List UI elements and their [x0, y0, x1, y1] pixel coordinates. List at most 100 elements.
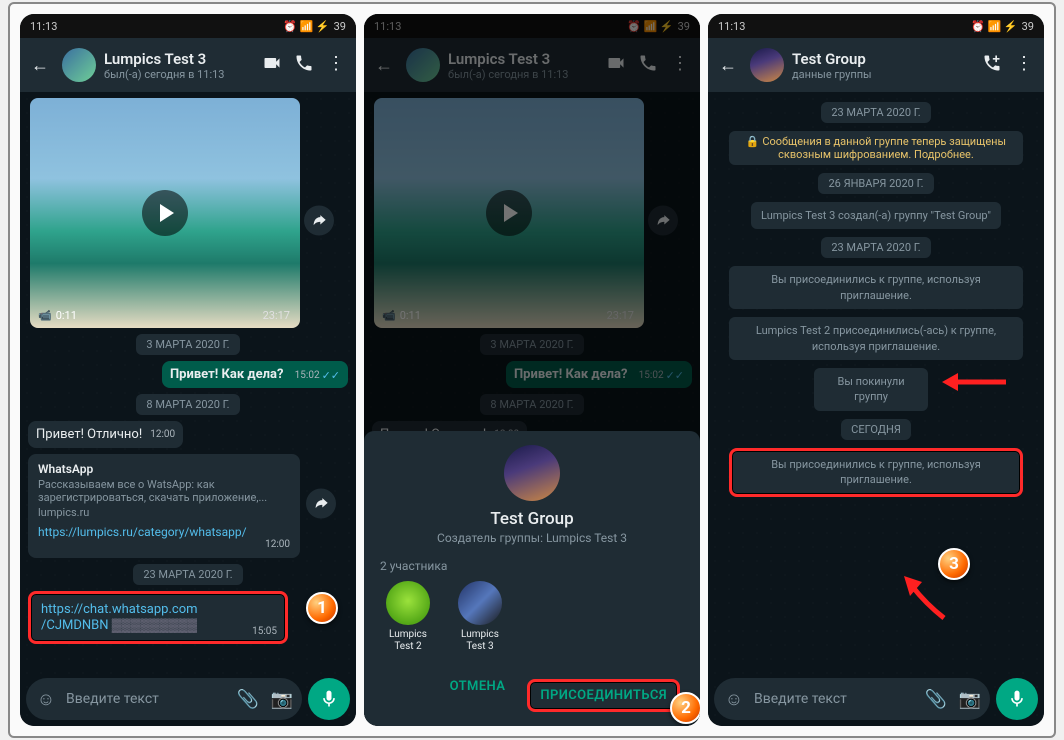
- annotation-arrow: [898, 572, 954, 620]
- step-badge-3: 3: [938, 548, 970, 580]
- preview-domain: lumpics.ru: [38, 506, 290, 519]
- system-message: Lumpics Test 2 присоединились(-ась) к гр…: [729, 317, 1023, 360]
- camera-icon[interactable]: 📷: [268, 689, 296, 710]
- header-titles[interactable]: Lumpics Test 3 был(-а) сегодня в 11:13: [104, 50, 250, 81]
- date-chip: 23 МАРТА 2020 Г.: [821, 102, 930, 123]
- preview-description: Рассказываем все о WatsApp: как зарегист…: [38, 478, 290, 504]
- incoming-message[interactable]: Привет! Отлично! 12:00: [28, 421, 183, 448]
- video-thumbnail[interactable]: 📹 0:11 23:17: [30, 98, 300, 328]
- emoji-icon[interactable]: ☺: [32, 689, 60, 710]
- video-message[interactable]: 📹 0:11 23:17: [30, 98, 300, 328]
- member-item[interactable]: Lumpics Test 3: [452, 581, 508, 653]
- attach-icon[interactable]: 📎: [922, 689, 950, 710]
- video-duration: 📹 0:11: [38, 309, 77, 322]
- message-time: 15:02 ✓✓: [295, 369, 340, 382]
- voice-call-icon[interactable]: [290, 53, 318, 78]
- mic-button[interactable]: [996, 678, 1038, 720]
- date-chip: 3 МАРТА 2020 Г.: [136, 334, 239, 355]
- date-chip: 26 ЯНВАРЯ 2020 Г.: [818, 173, 933, 194]
- input-row: ☺ Введите текст 📎 📷: [20, 672, 356, 726]
- camera-icon[interactable]: 📷: [956, 689, 984, 710]
- cancel-button[interactable]: ОТМЕНА: [450, 679, 506, 712]
- member-avatar: [386, 581, 430, 625]
- date-chip: 23 МАРТА 2020 Г.: [133, 564, 242, 585]
- date-chip: 8 МАРТА 2020 Г.: [136, 394, 239, 415]
- video-call-icon[interactable]: [258, 53, 286, 78]
- system-message-left: Вы покинули группу: [814, 368, 928, 411]
- phone-panel-3: 11:13 ⏰ 📶 ⚡ 39 ← Test Group данные групп…: [708, 14, 1044, 726]
- group-avatar: [504, 445, 560, 501]
- contact-name: Lumpics Test 3: [104, 50, 250, 68]
- system-message-joined: Вы присоединились к группе, используя пр…: [729, 448, 1023, 497]
- phone-panel-1: 11:13 ⏰ 📶 ⚡ 39 ← Lumpics Test 3 был(-а) …: [20, 14, 356, 726]
- emoji-icon[interactable]: ☺: [720, 689, 748, 710]
- forward-icon[interactable]: [306, 488, 336, 518]
- preview-link[interactable]: https://lumpics.ru/category/whatsapp/: [38, 525, 290, 539]
- chat-header: ← Test Group данные группы ⋮: [708, 38, 1044, 92]
- status-time: 11:13: [718, 20, 745, 33]
- play-button-icon[interactable]: [142, 190, 188, 236]
- forward-icon[interactable]: [304, 206, 334, 236]
- group-title: Test Group: [376, 509, 688, 529]
- message-input[interactable]: ☺ Введите текст 📎 📷: [26, 678, 302, 720]
- message-input[interactable]: ☺ Введите текст 📎 📷: [714, 678, 990, 720]
- header-titles[interactable]: Test Group данные группы: [792, 50, 970, 81]
- group-creator: Создатель группы: Lumpics Test 3: [376, 531, 688, 545]
- add-call-icon[interactable]: [978, 53, 1006, 78]
- status-time: 11:13: [30, 20, 57, 33]
- encryption-notice[interactable]: 🔒 Сообщения в данной группе теперь защищ…: [729, 131, 1023, 165]
- join-button[interactable]: ПРИСОЕДИНИТЬСЯ: [527, 679, 680, 712]
- member-item[interactable]: Lumpics Test 2: [380, 581, 436, 653]
- back-icon[interactable]: ←: [714, 55, 742, 76]
- invite-link-line1: https://chat.whatsapp.com: [41, 602, 198, 617]
- message-time: 12:00: [150, 429, 175, 440]
- outgoing-message[interactable]: Привет! Как дела? 15:02 ✓✓: [162, 361, 348, 388]
- status-bar: 11:13 ⏰ 📶 ⚡ 39: [708, 14, 1044, 38]
- contact-avatar[interactable]: [62, 48, 96, 82]
- sheet-buttons: ОТМЕНА ПРИСОЕДИНИТЬСЯ: [376, 679, 688, 716]
- input-placeholder: Введите текст: [754, 691, 916, 707]
- last-seen: был(-а) сегодня в 11:13: [104, 68, 250, 81]
- step-badge-1: 1: [306, 592, 338, 624]
- member-name: Lumpics Test 2: [380, 629, 436, 653]
- message-time: 15:05: [252, 626, 277, 637]
- member-avatar: [458, 581, 502, 625]
- invite-link-message[interactable]: https://chat.whatsapp.com /CJMDNBN ▓▓▓▓▓…: [28, 591, 288, 644]
- invite-link-line2: /CJMDNBN: [41, 618, 109, 633]
- mic-button[interactable]: [308, 678, 350, 720]
- more-icon[interactable]: ⋮: [1010, 53, 1038, 78]
- status-icons: ⏰ 📶 ⚡ 39: [971, 20, 1034, 33]
- chat-header: ← Lumpics Test 3 был(-а) сегодня в 11:13…: [20, 38, 356, 92]
- join-group-sheet: Test Group Создатель группы: Lumpics Tes…: [364, 431, 700, 726]
- status-icons: ⏰ 📶 ⚡ 39: [283, 20, 346, 33]
- video-timestamp: 23:17: [263, 309, 290, 322]
- header-actions: ⋮: [258, 53, 350, 78]
- group-avatar[interactable]: [750, 48, 784, 82]
- link-preview-card[interactable]: WhatsApp Рассказываем все о WatsApp: как…: [28, 454, 300, 558]
- preview-title: WhatsApp: [38, 462, 290, 476]
- member-list: Lumpics Test 2 Lumpics Test 3: [380, 581, 688, 653]
- system-message: Lumpics Test 3 создал(-а) группу "Test G…: [751, 202, 1001, 229]
- message-time: 12:00: [265, 539, 290, 550]
- date-chip: СЕГОДНЯ: [841, 419, 911, 440]
- group-name: Test Group: [792, 50, 970, 68]
- annotation-arrow: [942, 370, 1008, 394]
- member-name: Lumpics Test 3: [452, 629, 508, 653]
- header-actions: ⋮: [978, 53, 1038, 78]
- system-message: Вы присоединились к группе, используя пр…: [729, 266, 1023, 309]
- phone-panel-2: 11:13 ⏰ 📶 ⚡ 39 ← Lumpics Test 3 был(-а) …: [364, 14, 700, 726]
- group-subtitle: данные группы: [792, 68, 970, 81]
- status-bar: 11:13 ⏰ 📶 ⚡ 39: [20, 14, 356, 38]
- input-placeholder: Введите текст: [66, 691, 228, 707]
- back-icon[interactable]: ←: [26, 55, 54, 76]
- attach-icon[interactable]: 📎: [234, 689, 262, 710]
- date-chip: 23 МАРТА 2020 Г.: [821, 237, 930, 258]
- more-icon[interactable]: ⋮: [322, 53, 350, 78]
- panels-container: 11:13 ⏰ 📶 ⚡ 39 ← Lumpics Test 3 был(-а) …: [8, 2, 1056, 738]
- member-count: 2 участника: [380, 559, 688, 573]
- chat-body[interactable]: 23 МАРТА 2020 Г. 🔒 Сообщения в данной гр…: [708, 92, 1044, 726]
- input-row: ☺ Введите текст 📎 📷: [708, 672, 1044, 726]
- step-badge-2: 2: [670, 692, 700, 724]
- chat-body[interactable]: 📹 0:11 23:17 3 МАРТА 2020 Г. Привет! Как…: [20, 92, 356, 726]
- message-text: Привет! Отлично!: [36, 427, 142, 442]
